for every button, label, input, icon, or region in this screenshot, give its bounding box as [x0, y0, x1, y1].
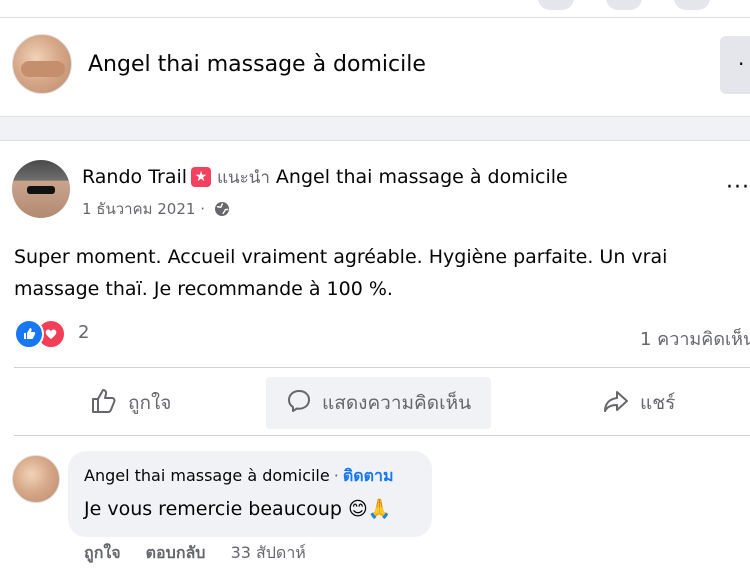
author-avatar[interactable]: [12, 160, 70, 218]
separator: ·: [333, 466, 339, 485]
like-reaction-icon: [14, 319, 44, 349]
comment-author-name[interactable]: Angel thai massage à domicile: [84, 466, 330, 485]
post-card: Rando Trail ★ แนะนำ Angel thai massage à do…: [0, 140, 750, 581]
like-button[interactable]: ถูกใจ: [90, 377, 171, 429]
share-label: แชร์: [640, 392, 676, 414]
share-arrow-icon: [602, 387, 640, 420]
top-pill[interactable]: [606, 0, 642, 10]
post-action-bar: ถูกใจ แสดงความคิดเห็น แชร์: [0, 377, 750, 429]
avatar-figure: [21, 61, 65, 77]
page-header: Angel thai massage à domicile ·: [0, 18, 750, 117]
reaction-count: 2: [78, 322, 90, 343]
post-author-line: Rando Trail ★ แนะนำ Angel thai massage à do…: [82, 164, 568, 191]
divider: [14, 367, 750, 368]
top-pill[interactable]: [674, 0, 710, 10]
comment-bubble-icon: [286, 388, 322, 419]
comment-actions: ถูกใจ ตอบกลับ 33 สัปดาห์: [84, 541, 306, 566]
comment-count[interactable]: 1 ความคิดเห็น: [640, 324, 750, 353]
avatar-sunglasses: [27, 186, 55, 194]
post-body: Super moment. Accueil vraiment agréable.…: [14, 246, 668, 300]
post-meta: 1 ธันวาคม 2021 ·: [82, 197, 230, 221]
share-button[interactable]: แชร์: [602, 377, 675, 429]
comment-reply-link[interactable]: ตอบกลับ: [146, 543, 206, 562]
page-title[interactable]: Angel thai massage à domicile: [88, 52, 426, 77]
recommend-star-icon: ★: [191, 167, 212, 187]
top-pill[interactable]: [538, 0, 574, 10]
comment-timestamp[interactable]: 33 สัปดาห์: [231, 543, 306, 562]
recommended-page-name[interactable]: Angel thai massage à domicile: [276, 166, 568, 188]
thumbs-up-icon: [90, 387, 128, 420]
divider: [14, 435, 750, 436]
post-menu-button[interactable]: ···: [726, 175, 750, 200]
comment-like-link[interactable]: ถูกใจ: [84, 543, 121, 562]
page-avatar[interactable]: [12, 34, 72, 94]
comment-bubble: Angel thai massage à domicile · ติดตาม Je …: [68, 451, 432, 537]
comment-author-line: Angel thai massage à domicile · ติดตาม: [84, 464, 394, 489]
post-date[interactable]: 1 ธันวาคม 2021 ·: [82, 200, 205, 218]
commenter-avatar[interactable]: [12, 455, 60, 503]
comment-label: แสดงความคิดเห็น: [322, 392, 472, 414]
follow-link[interactable]: ติดตาม: [343, 466, 394, 485]
page-more-button[interactable]: ·: [720, 36, 750, 94]
recommend-verb: แนะนำ: [217, 168, 270, 188]
globe-icon: [214, 201, 230, 221]
top-strip: [0, 0, 750, 18]
post-author-name[interactable]: Rando Trail: [82, 166, 187, 188]
comment-button[interactable]: แสดงความคิดเห็น: [266, 377, 492, 429]
like-label: ถูกใจ: [128, 392, 172, 414]
comment-text: Je vous remercie beaucoup 😊🙏: [84, 498, 392, 520]
